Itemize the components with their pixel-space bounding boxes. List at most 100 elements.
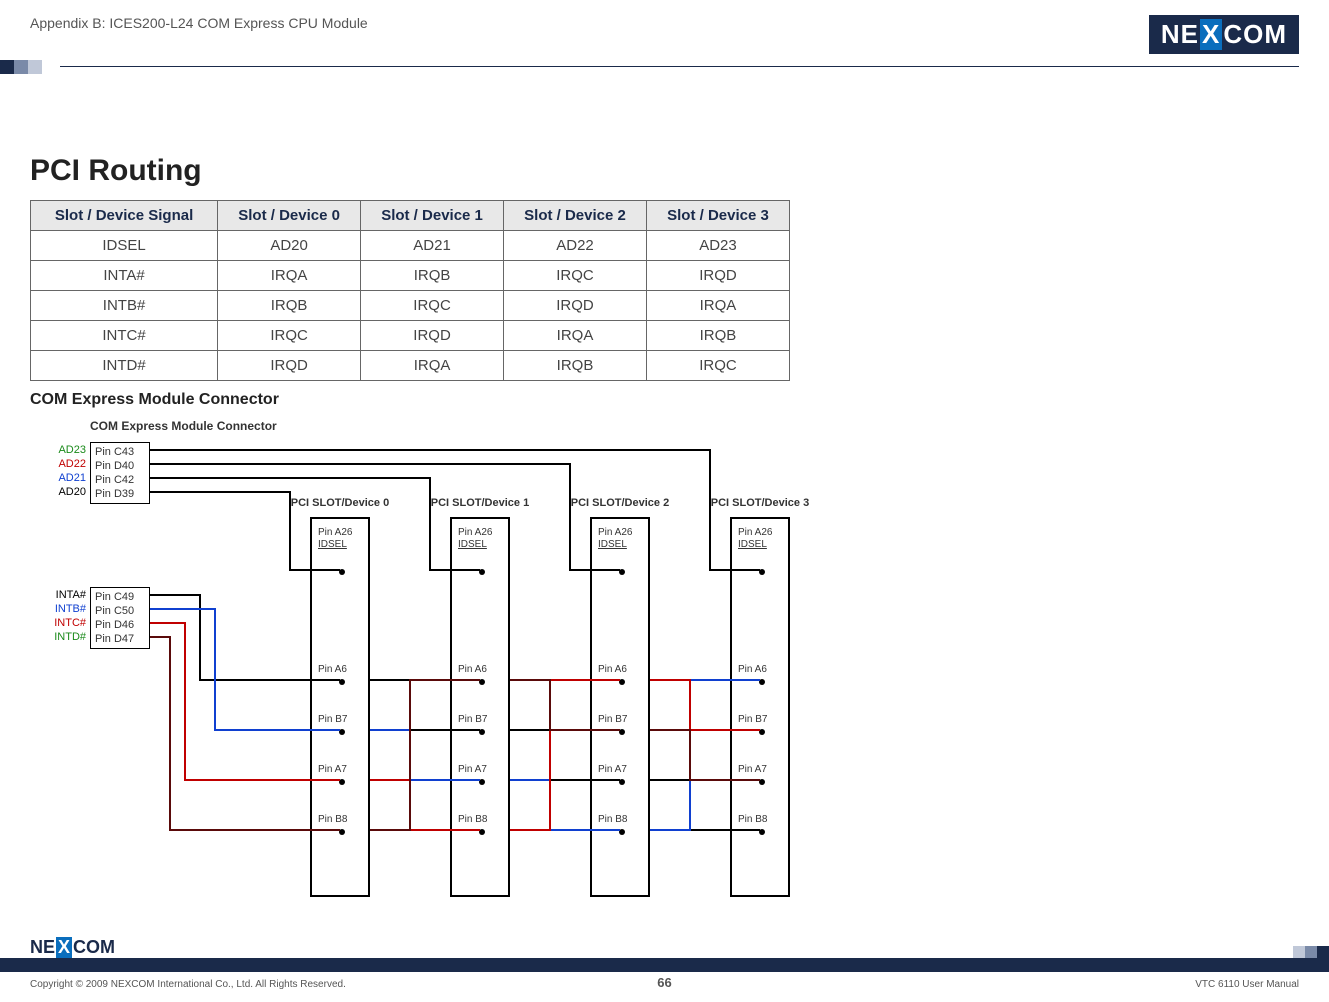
page-heading: PCI Routing <box>30 154 1299 188</box>
pin-label: IDSEL <box>318 539 368 550</box>
pin-label: Pin B7 <box>598 714 648 725</box>
intb-label: INTB# <box>40 603 86 615</box>
cell: AD20 <box>218 231 361 261</box>
slot0-box: Pin A26 IDSEL Pin A6 Pin B7 Pin A7 Pin B… <box>310 517 370 897</box>
pin-label: Pin A26 <box>598 527 648 538</box>
cell: INTC# <box>31 321 218 351</box>
cell: IDSEL <box>31 231 218 261</box>
pin-label: Pin A26 <box>318 527 368 538</box>
pin-label: Pin B8 <box>738 814 788 825</box>
cell: IRQB <box>504 351 647 381</box>
cell: IRQD <box>504 291 647 321</box>
connector-subheading: COM Express Module Connector <box>30 391 1299 409</box>
pin-label: Pin A6 <box>598 664 648 675</box>
cell: IRQD <box>218 351 361 381</box>
pin-label: Pin A6 <box>318 664 368 675</box>
table-row: INTA# IRQA IRQB IRQC IRQD <box>31 261 790 291</box>
int-pin-box: Pin C49 Pin C50 Pin D46 Pin D47 <box>90 587 150 649</box>
pin-label: Pin C43 <box>95 445 145 459</box>
pin-label: Pin C50 <box>95 604 145 618</box>
cell: IRQB <box>218 291 361 321</box>
cell: IRQA <box>361 351 504 381</box>
slot1-box: Pin A26 IDSEL Pin A6 Pin B7 Pin A7 Pin B… <box>450 517 510 897</box>
pin-label: Pin A6 <box>458 664 508 675</box>
footer-manual: VTC 6110 User Manual <box>1195 979 1299 990</box>
pin-label: Pin D39 <box>95 487 145 501</box>
cell: IRQC <box>361 291 504 321</box>
pin-label: Pin D46 <box>95 618 145 632</box>
slot0-title: PCI SLOT/Device 0 <box>280 497 400 509</box>
routing-wires-icon <box>40 417 840 917</box>
cell: IRQC <box>504 261 647 291</box>
logo-x-icon: X <box>1200 19 1222 50</box>
th-dev3: Slot / Device 3 <box>646 201 789 231</box>
cell: IRQD <box>361 321 504 351</box>
ad22-label: AD22 <box>40 458 86 470</box>
logo-suffix: COM <box>1223 19 1287 50</box>
brand-logo-top: NE X COM <box>1149 15 1299 54</box>
table-row: IDSEL AD20 AD21 AD22 AD23 <box>31 231 790 261</box>
cell: IRQB <box>361 261 504 291</box>
pin-label: Pin B7 <box>738 714 788 725</box>
ad20-label: AD20 <box>40 486 86 498</box>
pci-routing-table: Slot / Device Signal Slot / Device 0 Slo… <box>30 200 790 381</box>
pin-label: Pin D40 <box>95 459 145 473</box>
th-dev1: Slot / Device 1 <box>361 201 504 231</box>
pin-label: Pin B7 <box>318 714 368 725</box>
slot3-box: Pin A26 IDSEL Pin A6 Pin B7 Pin A7 Pin B… <box>730 517 790 897</box>
footer-decoration-icon <box>1293 946 1329 958</box>
pin-label: Pin C42 <box>95 473 145 487</box>
cell: INTB# <box>31 291 218 321</box>
logo-prefix: NE <box>1161 19 1199 50</box>
pin-label: IDSEL <box>738 539 788 550</box>
ad23-label: AD23 <box>40 444 86 456</box>
table-row: INTC# IRQC IRQD IRQA IRQB <box>31 321 790 351</box>
logo-x-icon: X <box>56 937 72 958</box>
slot3-title: PCI SLOT/Device 3 <box>700 497 820 509</box>
pin-label: Pin A7 <box>598 764 648 775</box>
cell: AD21 <box>361 231 504 261</box>
pin-label: Pin B8 <box>598 814 648 825</box>
appendix-title: Appendix B: ICES200-L24 COM Express CPU … <box>30 15 368 31</box>
pin-label: Pin B8 <box>318 814 368 825</box>
pin-label: Pin A6 <box>738 664 788 675</box>
cell: IRQA <box>646 291 789 321</box>
footer-copyright: Copyright © 2009 NEXCOM International Co… <box>30 979 346 990</box>
pin-label: IDSEL <box>458 539 508 550</box>
pin-label: Pin D47 <box>95 632 145 646</box>
diagram-title: COM Express Module Connector <box>90 419 277 433</box>
ad-pin-box: Pin C43 Pin D40 Pin C42 Pin D39 <box>90 442 150 504</box>
pin-label: Pin A7 <box>458 764 508 775</box>
th-dev0: Slot / Device 0 <box>218 201 361 231</box>
slot1-title: PCI SLOT/Device 1 <box>420 497 540 509</box>
brand-logo-footer: NE X COM <box>30 937 115 958</box>
slot2-box: Pin A26 IDSEL Pin A6 Pin B7 Pin A7 Pin B… <box>590 517 650 897</box>
cell: IRQC <box>646 351 789 381</box>
ad21-label: AD21 <box>40 472 86 484</box>
pin-label: Pin A26 <box>458 527 508 538</box>
pin-label: Pin A7 <box>318 764 368 775</box>
logo-suffix: COM <box>73 937 115 958</box>
cell: AD22 <box>504 231 647 261</box>
header-decoration-icon <box>0 60 42 74</box>
pin-label: Pin A26 <box>738 527 788 538</box>
pin-label: Pin C49 <box>95 590 145 604</box>
th-signal: Slot / Device Signal <box>31 201 218 231</box>
table-row: INTD# IRQD IRQA IRQB IRQC <box>31 351 790 381</box>
pin-label: Pin A7 <box>738 764 788 775</box>
cell: IRQD <box>646 261 789 291</box>
inta-label: INTA# <box>40 589 86 601</box>
pin-label: Pin B7 <box>458 714 508 725</box>
pin-label: Pin B8 <box>458 814 508 825</box>
cell: INTD# <box>31 351 218 381</box>
intd-label: INTD# <box>40 631 86 643</box>
pin-label: IDSEL <box>598 539 648 550</box>
cell: INTA# <box>31 261 218 291</box>
table-row: INTB# IRQB IRQC IRQD IRQA <box>31 291 790 321</box>
footer-bar <box>0 958 1329 972</box>
cell: IRQB <box>646 321 789 351</box>
intc-label: INTC# <box>40 617 86 629</box>
cell: AD23 <box>646 231 789 261</box>
cell: IRQA <box>504 321 647 351</box>
th-dev2: Slot / Device 2 <box>504 201 647 231</box>
